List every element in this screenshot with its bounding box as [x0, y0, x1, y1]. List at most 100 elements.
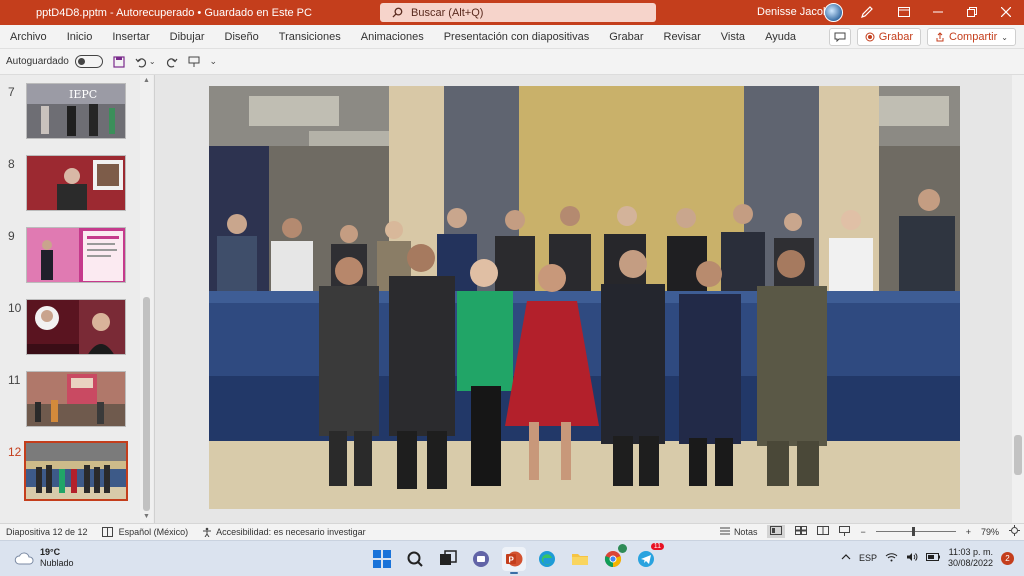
thumbnail-slide-12[interactable]: 12 [0, 441, 140, 503]
thumbnail-number: 11 [8, 373, 21, 387]
scroll-down-icon[interactable]: ▼ [143, 513, 150, 520]
ribbon-display-icon[interactable] [896, 4, 912, 20]
tab-archivo[interactable]: Archivo [0, 31, 57, 43]
redo-icon[interactable] [166, 56, 178, 68]
pen-icon[interactable] [860, 5, 874, 22]
thumbnail-number: 8 [8, 157, 15, 171]
accessibility-text: Accesibilidad: es necesario investigar [216, 527, 366, 537]
tab-insertar[interactable]: Insertar [102, 31, 159, 43]
scroll-up-icon[interactable]: ▲ [143, 77, 150, 84]
share-icon [936, 32, 944, 42]
tab-grabar[interactable]: Grabar [599, 31, 653, 43]
notes-icon [719, 527, 730, 535]
battery-icon[interactable] [925, 553, 940, 563]
weather-widget[interactable]: 19°C Nublado [14, 547, 74, 569]
thumbnail-slide-11[interactable]: 11 [0, 371, 140, 431]
search-box[interactable]: Buscar (Alt+Q) [380, 3, 656, 22]
volume-icon[interactable] [906, 552, 918, 564]
chevron-down-icon: ⌄ [1001, 32, 1008, 42]
share-button[interactable]: Compartir ⌄ [927, 28, 1016, 46]
thumbnail-slide-7[interactable]: 7 IEPC [0, 83, 140, 143]
svg-text:P: P [509, 556, 515, 565]
teams-chat-icon[interactable] [469, 547, 493, 571]
reading-view-icon[interactable] [817, 526, 830, 537]
edge-icon[interactable] [535, 547, 559, 571]
thumbnail-image: IEPC [26, 83, 126, 139]
normal-view-icon[interactable] [767, 525, 786, 538]
notification-badge[interactable]: 2 [1001, 551, 1014, 565]
fit-to-window-icon[interactable] [1009, 525, 1020, 538]
thumbnail-number: 12 [8, 445, 22, 459]
tab-revisar[interactable]: Revisar [654, 31, 711, 43]
record-icon [865, 32, 875, 42]
telegram-icon[interactable]: 11 [634, 543, 664, 571]
thumbnail-number: 7 [8, 85, 15, 99]
thumbnail-image [26, 371, 126, 427]
quick-access-toolbar: Autoguardado ⌄ ⌄ [0, 49, 1024, 75]
weather-desc: Nublado [40, 558, 74, 568]
thumbnail-slide-10[interactable]: 10 [0, 299, 140, 359]
customize-toolbar-icon[interactable]: ⌄ [210, 56, 218, 67]
slide-thumbnail-panel: 7 IEPC 8 9 10 11 12 ▲ ▼ [0, 75, 155, 523]
clock[interactable]: 11:03 p. m. 30/08/2022 [948, 547, 993, 569]
tab-presentacion[interactable]: Presentación con diapositivas [434, 31, 600, 43]
comments-button[interactable] [828, 28, 851, 46]
tab-vista[interactable]: Vista [711, 31, 755, 43]
taskbar-search-icon[interactable] [403, 547, 427, 571]
tab-animaciones[interactable]: Animaciones [351, 31, 434, 43]
slide-editing-area [156, 75, 1012, 523]
chrome-profile-badge [618, 544, 627, 553]
slideshow-icon[interactable] [839, 525, 851, 538]
tab-inicio[interactable]: Inicio [57, 31, 103, 43]
thumbnail-scrollbar[interactable]: ▲ ▼ [140, 75, 153, 523]
present-from-start-icon[interactable] [188, 56, 200, 68]
close-icon[interactable] [998, 4, 1014, 20]
notes-label: Notas [733, 526, 758, 537]
slide-counter[interactable]: Diapositiva 12 de 12 [6, 527, 88, 537]
comment-icon [834, 32, 846, 42]
thumbnail-slide-8[interactable]: 8 [0, 155, 140, 215]
show-hidden-icons-icon[interactable] [841, 553, 851, 563]
slide-scrollbar[interactable] [1012, 75, 1024, 523]
record-button[interactable]: Grabar [856, 28, 921, 46]
windows-taskbar: 19°C Nublado P 11 ESP 11:03 p. m. 30/08/… [0, 540, 1024, 576]
chrome-icon[interactable] [601, 544, 627, 571]
file-explorer-icon[interactable] [568, 547, 592, 571]
svg-text:IEPC: IEPC [69, 88, 97, 101]
zoom-level[interactable]: 79% [981, 527, 999, 537]
wifi-icon[interactable] [885, 552, 898, 564]
restore-icon[interactable] [964, 4, 980, 20]
avatar[interactable] [824, 3, 843, 22]
zoom-out-icon[interactable]: − [860, 527, 865, 537]
autosave-toggle[interactable] [74, 55, 103, 68]
input-language[interactable]: ESP [859, 553, 877, 563]
slide-canvas[interactable] [209, 86, 960, 509]
record-label: Grabar [878, 31, 913, 43]
accessibility-icon [203, 527, 212, 537]
scrollbar-thumb[interactable] [1014, 435, 1022, 475]
scrollbar-thumb[interactable] [143, 297, 150, 511]
notes-button[interactable]: Notas [719, 526, 758, 537]
spelling-icon[interactable] [101, 527, 113, 537]
clock-date: 30/08/2022 [947, 558, 993, 568]
slide-sorter-icon[interactable] [795, 526, 808, 537]
tab-dibujar[interactable]: Dibujar [160, 31, 215, 43]
clock-time: 11:03 p. m. [948, 547, 993, 557]
task-view-icon[interactable] [436, 547, 460, 571]
accessibility-status[interactable]: Accesibilidad: es necesario investigar [202, 527, 366, 537]
ribbon-tabs: Archivo Inicio Insertar Dibujar Diseño T… [0, 25, 1024, 49]
tab-ayuda[interactable]: Ayuda [755, 31, 806, 43]
slide-photo[interactable] [209, 86, 960, 509]
tab-transiciones[interactable]: Transiciones [269, 31, 351, 43]
zoom-slider[interactable] [875, 527, 956, 536]
undo-icon[interactable]: ⌄ [135, 56, 156, 68]
thumbnail-slide-9[interactable]: 9 [0, 227, 140, 287]
powerpoint-taskbar-icon[interactable]: P [502, 547, 526, 574]
save-icon[interactable] [113, 55, 125, 68]
start-button[interactable] [370, 547, 394, 571]
language-indicator[interactable]: Español (México) [119, 527, 189, 537]
tab-diseno[interactable]: Diseño [215, 31, 269, 43]
minimize-icon[interactable] [930, 4, 946, 20]
status-bar: Diapositiva 12 de 12 Español (México) Ac… [0, 523, 1024, 540]
zoom-in-icon[interactable]: + [966, 527, 971, 537]
